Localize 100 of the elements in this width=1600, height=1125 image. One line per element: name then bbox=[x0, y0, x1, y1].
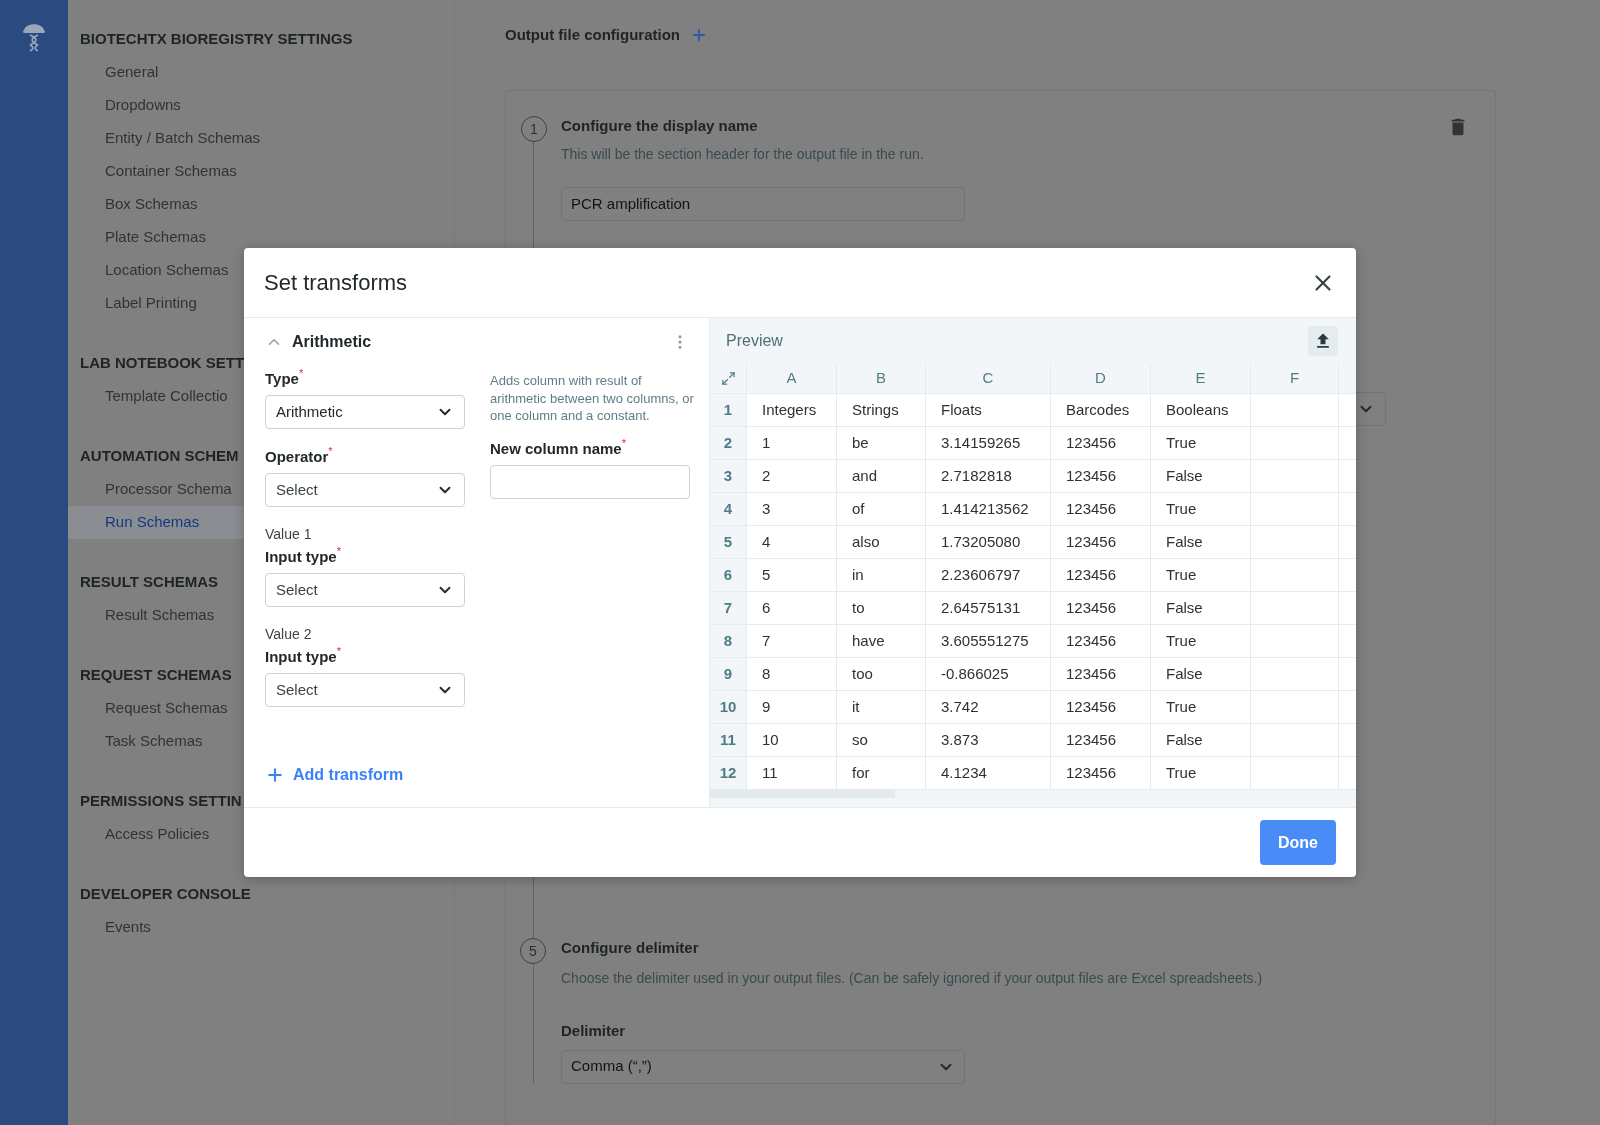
row-number: 1 bbox=[723, 399, 733, 420]
table-cell: so bbox=[837, 724, 926, 757]
table-cell: 9 bbox=[747, 691, 837, 724]
table-cell: 123456 bbox=[1051, 526, 1151, 559]
text-field[interactable]: PCR amplification bbox=[561, 187, 965, 221]
select-field[interactable]: Select bbox=[265, 473, 465, 507]
table-cell: True bbox=[1151, 757, 1251, 790]
table-cell: True bbox=[1151, 691, 1251, 724]
step-description: Choose the delimiter used in your output files. (Can be safely ignored if your output files are Excel spreadsheets.) bbox=[561, 969, 1264, 988]
table-cell: 10 bbox=[747, 724, 837, 757]
table-cell: 123456 bbox=[1051, 625, 1151, 658]
section-heading: AUTOMATION SCHEM bbox=[80, 446, 239, 467]
table-cell: 3.605551275 bbox=[926, 625, 1051, 658]
table-cell: False bbox=[1151, 724, 1251, 757]
table-cell: 8 bbox=[747, 658, 837, 691]
table-cell: 123456 bbox=[1051, 691, 1151, 724]
section-heading: PERMISSIONS SETTIN bbox=[80, 791, 242, 812]
table-cell: 5 bbox=[747, 559, 837, 592]
table-cell: 3 bbox=[747, 493, 837, 526]
field-label: Delimiter bbox=[561, 1021, 627, 1041]
table-cell: 123456 bbox=[1051, 757, 1151, 790]
row-number: 4 bbox=[723, 498, 733, 519]
expand-icon[interactable] bbox=[720, 371, 736, 386]
row-number: 2 bbox=[723, 432, 733, 453]
section-heading: BIOTECHTX BIOREGISTRY SETTINGS bbox=[80, 29, 353, 50]
select-field[interactable]: Select bbox=[265, 573, 465, 607]
group-label: Value 1 bbox=[265, 525, 313, 544]
step-title: Configure delimiter bbox=[561, 938, 699, 958]
input-field[interactable] bbox=[490, 465, 690, 499]
table-cell: False bbox=[1151, 526, 1251, 559]
row-number: 9 bbox=[723, 663, 733, 684]
table-cell: 3.14159265 bbox=[926, 427, 1051, 460]
upload-button[interactable] bbox=[1308, 326, 1338, 356]
table-cell: True bbox=[1151, 493, 1251, 526]
table-cell: 123456 bbox=[1051, 493, 1151, 526]
section-title: Output file configuration bbox=[505, 24, 680, 45]
sidebar-item[interactable]: Dropdowns bbox=[68, 89, 454, 122]
table-cell: True bbox=[1151, 427, 1251, 460]
table-cell: False bbox=[1151, 658, 1251, 691]
required-mark: * bbox=[621, 438, 626, 449]
table-cell: 7 bbox=[747, 625, 837, 658]
step-title: Configure the display name bbox=[561, 116, 758, 136]
table-cell: 4 bbox=[747, 526, 837, 559]
row-number: 11 bbox=[720, 729, 736, 750]
required-mark: * bbox=[336, 646, 341, 657]
section-heading: LAB NOTEBOOK SETT bbox=[80, 353, 245, 374]
plus-icon bbox=[265, 765, 285, 785]
field-label: Input type bbox=[265, 647, 337, 667]
section-heading: DEVELOPER CONSOLE bbox=[80, 884, 251, 905]
group-label: Value 2 bbox=[265, 625, 313, 644]
transform-title: Arithmetic bbox=[292, 332, 372, 352]
required-mark: * bbox=[298, 368, 304, 379]
table-cell: 2.23606797 bbox=[926, 559, 1051, 592]
step-description: This will be the section header for the output file in the run. bbox=[561, 145, 925, 164]
table-cell: and bbox=[837, 460, 926, 493]
table-cell: 123456 bbox=[1051, 427, 1151, 460]
step-number: 5 bbox=[520, 938, 546, 964]
table-cell: 1.414213562 bbox=[926, 493, 1051, 526]
table-cell: Barcodes bbox=[1051, 394, 1151, 427]
row-number: 7 bbox=[723, 597, 733, 618]
sidebar-item[interactable]: General bbox=[68, 56, 454, 89]
required-mark: * bbox=[336, 546, 341, 557]
table-cell: in bbox=[837, 559, 926, 592]
table-cell: 1 bbox=[747, 427, 837, 460]
required-mark: * bbox=[328, 446, 333, 457]
table-cell: 123456 bbox=[1051, 559, 1151, 592]
table-cell: 6 bbox=[747, 592, 837, 625]
row-number: 6 bbox=[723, 564, 733, 585]
table-cell: 3.742 bbox=[926, 691, 1051, 724]
sidebar-item[interactable]: Entity / Batch Schemas bbox=[68, 122, 454, 155]
sidebar-item[interactable]: Events bbox=[68, 911, 454, 944]
table-cell: it bbox=[837, 691, 926, 724]
table-cell: also bbox=[837, 526, 926, 559]
select-field[interactable]: Comma (“,”) bbox=[561, 1049, 965, 1084]
table-cell: 11 bbox=[747, 757, 837, 790]
add-transform-button[interactable]: Add transform bbox=[265, 763, 689, 787]
sidebar-item[interactable]: Box Schemas bbox=[68, 188, 454, 221]
select-field[interactable]: Arithmetic bbox=[265, 395, 465, 429]
row-number: 5 bbox=[723, 531, 733, 552]
table-cell: False bbox=[1151, 592, 1251, 625]
select-field[interactable]: Select bbox=[265, 673, 465, 707]
table-cell: -0.866025 bbox=[926, 658, 1051, 691]
table-cell: 1.73205080 bbox=[926, 526, 1051, 559]
table-cell: Booleans bbox=[1151, 394, 1251, 427]
table-cell: 123456 bbox=[1051, 724, 1151, 757]
table-cell: have bbox=[837, 625, 926, 658]
row-number: 3 bbox=[723, 465, 733, 486]
table-cell: False bbox=[1151, 460, 1251, 493]
add-icon[interactable] bbox=[690, 26, 708, 44]
sidebar-item[interactable]: Container Schemas bbox=[68, 155, 454, 188]
done-button[interactable]: Done bbox=[1260, 820, 1336, 865]
dialog-title: Set transforms bbox=[264, 269, 408, 297]
table-cell: of bbox=[837, 493, 926, 526]
table-cell: 2 bbox=[747, 460, 837, 493]
table-cell: be bbox=[837, 427, 926, 460]
scrollbar[interactable] bbox=[710, 790, 895, 798]
table-cell: True bbox=[1151, 559, 1251, 592]
table-cell: Strings bbox=[837, 394, 926, 427]
row-number: 12 bbox=[719, 762, 737, 783]
table-cell: 123456 bbox=[1051, 658, 1151, 691]
